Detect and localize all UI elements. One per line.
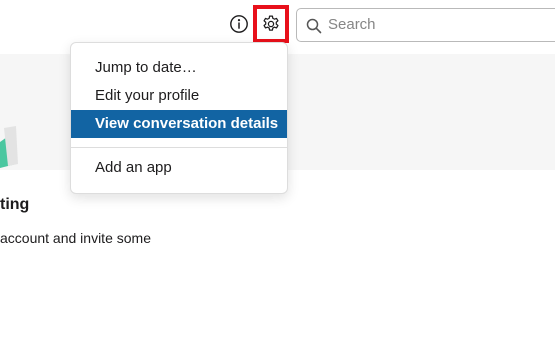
- gear-icon: [263, 15, 279, 31]
- info-button[interactable]: [229, 14, 249, 34]
- banner-illustration: [0, 126, 18, 168]
- search-input[interactable]: Search: [296, 8, 555, 42]
- section-heading: ting: [0, 196, 30, 213]
- menu-item-add-app[interactable]: Add an app: [71, 154, 287, 182]
- settings-button[interactable]: [253, 5, 289, 43]
- menu-item-view-conversation-details[interactable]: View conversation details: [71, 110, 287, 138]
- menu-item-edit-profile[interactable]: Edit your profile: [71, 82, 287, 110]
- settings-menu: Jump to date… Edit your profile View con…: [70, 42, 288, 194]
- search-placeholder: Search: [328, 16, 376, 33]
- section-text: account and invite some: [0, 230, 151, 246]
- menu-divider: [71, 147, 287, 148]
- menu-item-jump-to-date[interactable]: Jump to date…: [71, 54, 287, 82]
- search-icon: [306, 18, 322, 34]
- info-circle-icon: [230, 15, 248, 33]
